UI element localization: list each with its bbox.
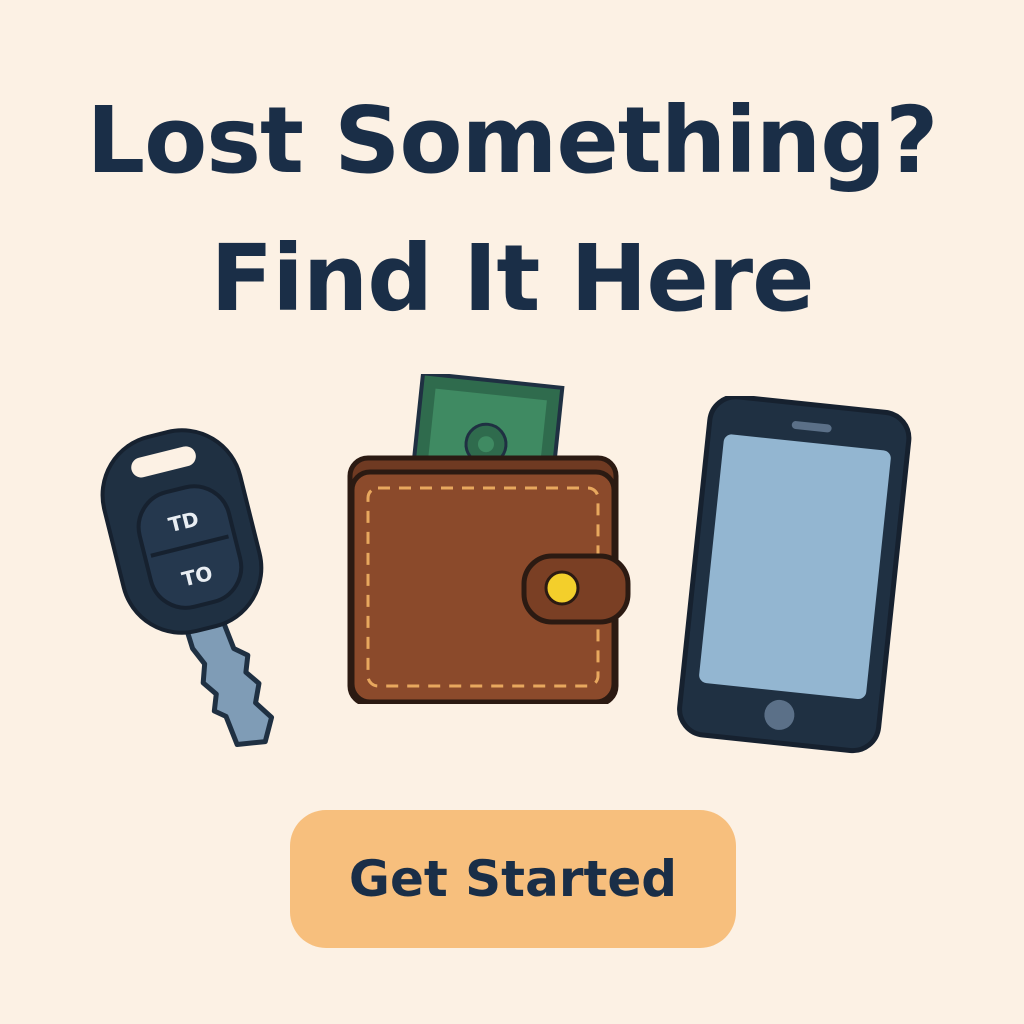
title-line-1: Lost Something? — [86, 87, 938, 194]
title-line-2: Find It Here — [210, 225, 814, 332]
lost-items-illustration: TD TO — [0, 360, 1024, 780]
wallet-icon — [344, 374, 644, 704]
smartphone-icon — [672, 396, 922, 756]
page-title: Lost Something? Find It Here — [0, 72, 1024, 348]
car-key-icon: TD TO — [100, 422, 280, 762]
get-started-button[interactable]: Get Started — [290, 810, 736, 948]
